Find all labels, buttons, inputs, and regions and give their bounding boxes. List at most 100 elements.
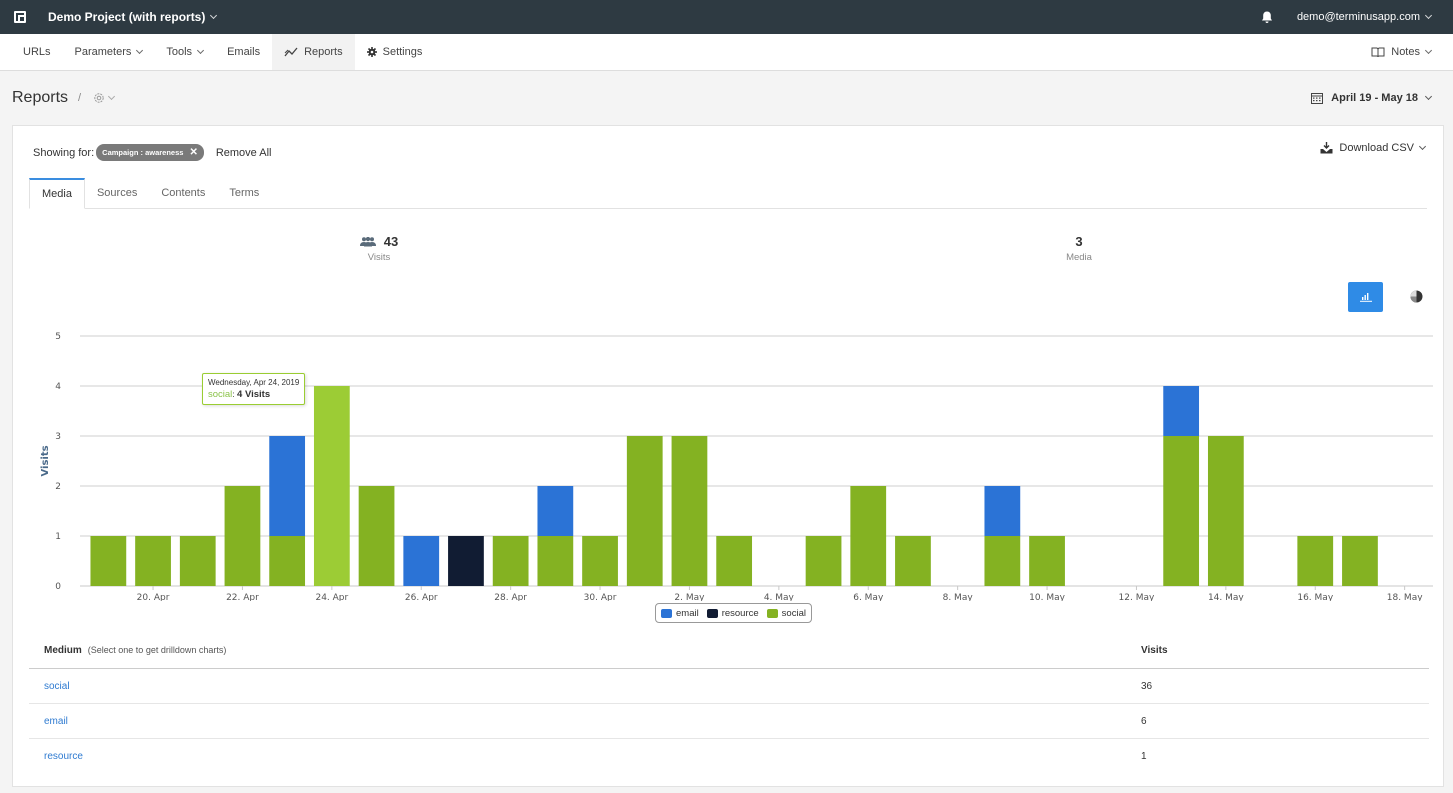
visits-value: 43	[383, 234, 399, 249]
legend-item-resource[interactable]: resource	[706, 607, 759, 619]
bar-social[interactable]	[1297, 536, 1334, 586]
legend-swatch	[661, 608, 672, 618]
x-tick-label: 14. May	[1208, 593, 1244, 601]
x-tick-label: 12. May	[1119, 593, 1155, 601]
legend-item-social[interactable]: social	[766, 608, 806, 619]
nav-label: Parameters	[74, 46, 132, 58]
visits-cell: 1	[1141, 751, 1147, 762]
bar-social[interactable]	[716, 536, 753, 586]
bar-social[interactable]	[626, 436, 663, 586]
tab-contents[interactable]: Contents	[149, 178, 217, 208]
book-icon	[1371, 47, 1385, 57]
nav-label: Settings	[382, 46, 423, 58]
visits-cell: 36	[1141, 680, 1153, 692]
nav-reports[interactable]: Reports	[272, 34, 355, 70]
notes-button[interactable]: Notes	[1359, 34, 1443, 70]
bar-chart-toggle[interactable]	[1348, 282, 1383, 312]
bar-social[interactable]	[984, 536, 1021, 586]
x-tick-label: 20. Apr	[137, 593, 170, 601]
user-menu[interactable]: demo@terminusapp.com	[1296, 11, 1433, 23]
bar-social[interactable]	[269, 536, 306, 586]
bar-social[interactable]	[1342, 536, 1378, 586]
bar-resource[interactable]	[448, 536, 484, 586]
bar-social[interactable]	[537, 536, 574, 586]
y-axis-title: Visits	[40, 445, 51, 476]
chevron-down-icon	[1424, 92, 1433, 101]
legend-swatch	[766, 608, 778, 618]
bar-email[interactable]	[403, 536, 440, 586]
bar-social[interactable]	[358, 486, 395, 586]
bar-social[interactable]	[1207, 436, 1244, 586]
nav-settings[interactable]: Settings	[355, 34, 435, 70]
app-logo-icon[interactable]	[14, 11, 26, 23]
download-csv-button[interactable]: Download CSV	[1320, 142, 1427, 154]
bar-email[interactable]	[537, 486, 574, 536]
bar-social[interactable]	[492, 536, 529, 586]
project-selector[interactable]: Demo Project (with reports)	[48, 10, 218, 24]
tooltip-series: social	[208, 389, 233, 400]
date-range-picker[interactable]: April 19 - May 18	[1311, 92, 1433, 104]
bar-social[interactable]	[582, 536, 618, 586]
notes-label: Notes	[1391, 46, 1420, 58]
table-row: social 36	[29, 669, 1429, 704]
bar-social[interactable]	[179, 536, 216, 586]
medium-link[interactable]: social	[44, 681, 70, 692]
filter-chip[interactable]: Campaign : awareness ✕	[96, 144, 204, 161]
y-tick-label: 4	[55, 382, 61, 392]
legend-label: email	[676, 607, 699, 619]
bar-social[interactable]	[1029, 536, 1065, 586]
legend-label: resource	[721, 607, 759, 619]
chevron-down-icon	[210, 11, 218, 20]
medium-link[interactable]: resource	[44, 751, 83, 762]
bar-social[interactable]	[895, 536, 931, 586]
bell-icon[interactable]	[1261, 11, 1273, 24]
bar-social[interactable]	[313, 386, 350, 586]
table-row: email 6	[29, 704, 1429, 739]
x-tick-label: 2. May	[674, 593, 705, 601]
table-row: resource 1	[29, 739, 1429, 774]
nav-urls[interactable]: URLs	[11, 34, 63, 70]
breadcrumb-separator: /	[78, 92, 82, 104]
chart-tooltip: Wednesday, Apr 24, 2019 social: 4 Visits	[202, 373, 306, 405]
bar-social[interactable]	[224, 486, 261, 586]
page-header: Reports / April 19 - May 18	[0, 71, 1453, 125]
y-tick-label: 3	[55, 432, 61, 442]
bar-social[interactable]	[805, 536, 842, 586]
x-tick-label: 6. May	[853, 593, 884, 601]
bar-email[interactable]	[984, 486, 1021, 536]
project-name: Demo Project (with reports)	[48, 10, 206, 24]
remove-all-button[interactable]: Remove All	[216, 147, 272, 159]
tab-terms[interactable]: Terms	[217, 178, 271, 208]
report-card: Showing for: Campaign : awareness ✕ Remo…	[12, 125, 1444, 787]
bar-social[interactable]	[671, 436, 708, 586]
tab-sources[interactable]: Sources	[85, 178, 149, 208]
legend-swatch	[706, 608, 718, 618]
report-settings-button[interactable]	[93, 92, 116, 104]
chevron-down-icon	[1424, 46, 1433, 55]
user-email: demo@terminusapp.com	[1296, 11, 1420, 23]
medium-link[interactable]: email	[44, 716, 68, 727]
bar-email[interactable]	[269, 436, 306, 536]
header-medium: Medium	[44, 645, 82, 656]
filter-chip-label: Campaign : awareness	[102, 148, 184, 157]
bar-social[interactable]	[135, 536, 171, 586]
legend-item-email[interactable]: email	[661, 608, 699, 619]
header-hint: (Select one to get drilldown charts)	[87, 645, 227, 655]
nav-tools[interactable]: Tools	[154, 34, 215, 70]
close-icon[interactable]: ✕	[189, 147, 197, 158]
tab-media[interactable]: Media	[29, 178, 85, 209]
nav-emails[interactable]: Emails	[215, 34, 272, 70]
bar-social[interactable]	[850, 486, 887, 586]
bar-email[interactable]	[1163, 386, 1200, 436]
x-tick-label: 16. May	[1297, 593, 1333, 601]
gear-icon	[366, 47, 377, 57]
x-tick-label: 26. Apr	[405, 593, 438, 601]
x-tick-label: 24. Apr	[315, 593, 348, 601]
nav-label: Emails	[227, 46, 261, 58]
page-title: Reports	[12, 89, 69, 106]
pie-chart-toggle[interactable]	[1410, 290, 1423, 303]
bar-social[interactable]	[90, 536, 127, 586]
filter-row: Showing for: Campaign : awareness ✕ Remo…	[33, 144, 271, 161]
nav-parameters[interactable]: Parameters	[63, 34, 155, 70]
bar-social[interactable]	[1163, 436, 1200, 586]
